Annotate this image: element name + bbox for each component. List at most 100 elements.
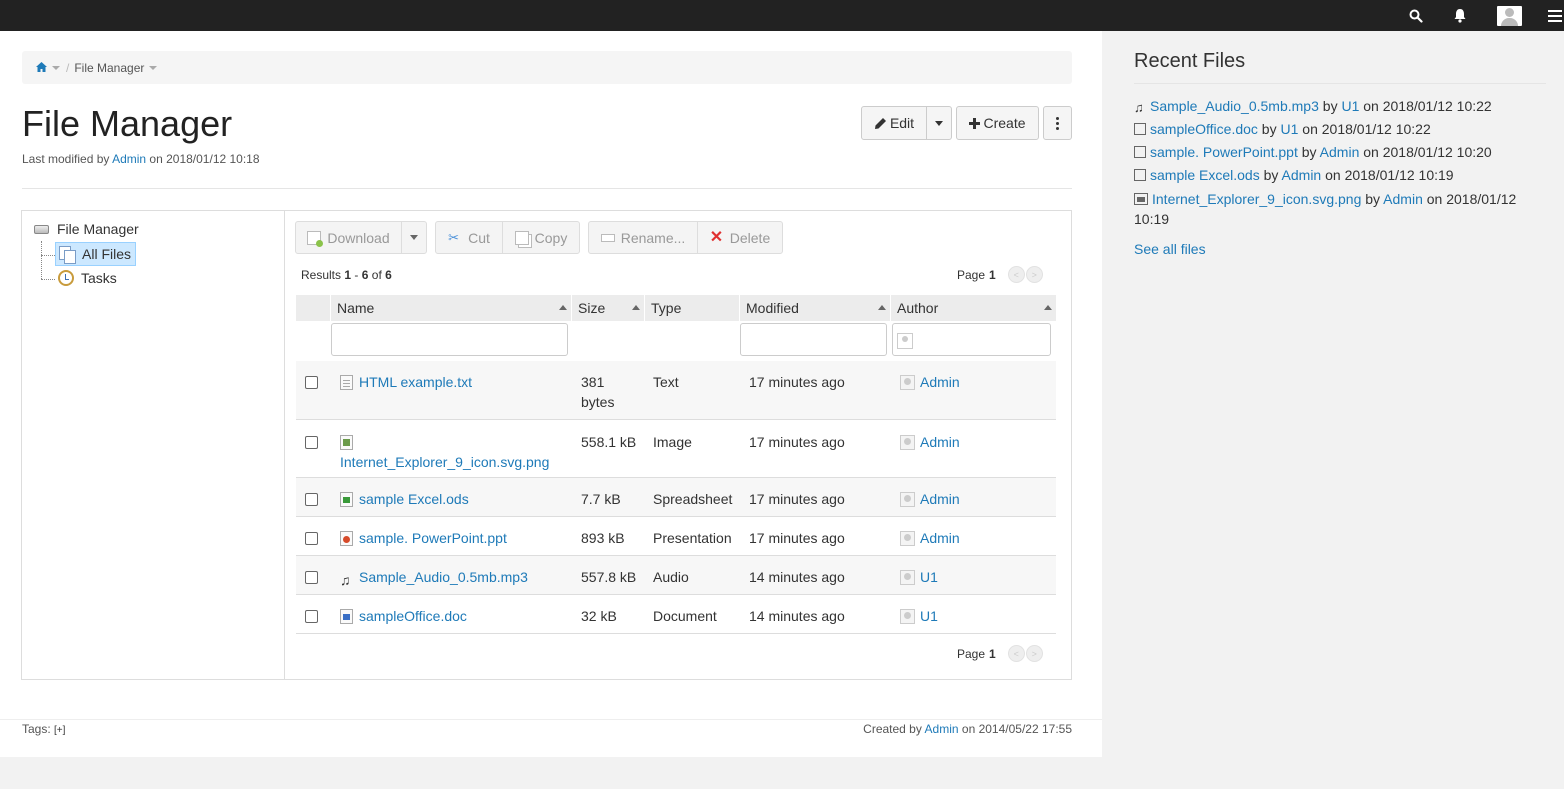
edit-dropdown-button[interactable]	[926, 106, 952, 140]
column-header-name[interactable]: Name	[331, 295, 572, 321]
lastmod-user-link[interactable]: Admin	[112, 152, 146, 166]
delete-button[interactable]: ✕ Delete	[697, 221, 783, 254]
recent-user-link[interactable]: Admin	[1320, 144, 1360, 160]
row-checkbox[interactable]	[305, 610, 318, 623]
recent-file-item: sample Excel.ods by Admin on 2018/01/12 …	[1134, 164, 1546, 187]
download-button[interactable]: Download	[295, 221, 402, 254]
user-avatar[interactable]	[1496, 0, 1522, 31]
home-icon[interactable]	[36, 61, 47, 75]
file-name-link[interactable]: HTML example.txt	[359, 374, 472, 390]
by-text: by	[1365, 191, 1381, 207]
row-checkbox[interactable]	[305, 532, 318, 545]
add-tag-button[interactable]: [+]	[54, 725, 65, 736]
column-header-type[interactable]: Type	[645, 295, 740, 321]
next-page-button[interactable]: >	[1025, 645, 1043, 662]
author-link[interactable]: Admin	[920, 491, 960, 507]
recent-file-link[interactable]: Internet_Explorer_9_icon.svg.png	[1152, 191, 1361, 207]
table-row[interactable]: sample. PowerPoint.ppt 893 kB Presentati…	[296, 517, 1056, 556]
download-dropdown-button[interactable]	[401, 221, 427, 254]
breadcrumb-current[interactable]: File Manager	[74, 61, 144, 75]
results-from: 1	[344, 268, 352, 282]
created-prefix: Created by	[863, 722, 922, 736]
row-checkbox[interactable]	[305, 376, 318, 389]
table-row[interactable]: ♫ Sample_Audio_0.5mb.mp3 557.8 kB Audio 1…	[296, 556, 1056, 595]
row-checkbox[interactable]	[305, 493, 318, 506]
file-type: Document	[653, 608, 717, 624]
results-dash: -	[354, 268, 359, 282]
row-checkbox[interactable]	[305, 436, 318, 449]
author-link[interactable]: U1	[920, 569, 938, 585]
image-icon	[1134, 193, 1148, 205]
user-placeholder-icon	[897, 333, 913, 349]
breadcrumb-caret-icon[interactable]	[149, 65, 158, 70]
file-modified: 17 minutes ago	[749, 530, 845, 546]
header-checkbox-col	[296, 295, 331, 321]
author-link[interactable]: U1	[920, 608, 938, 624]
author-link[interactable]: Admin	[920, 530, 960, 546]
file-size: 32 kB	[581, 608, 617, 624]
file-modified: 17 minutes ago	[749, 491, 845, 507]
recent-user-link[interactable]: U1	[1280, 121, 1298, 137]
column-header-author[interactable]: Author	[891, 295, 1056, 321]
results-count: Results 1 - 6 of 6	[301, 268, 392, 282]
file-name-link[interactable]: sample. PowerPoint.ppt	[359, 530, 507, 546]
cut-button[interactable]: ✂ Cut	[435, 221, 503, 254]
top-navbar	[0, 0, 1564, 31]
file-name-link[interactable]: Sample_Audio_0.5mb.mp3	[359, 569, 528, 585]
pager-label: Page	[957, 646, 986, 661]
recent-file-link[interactable]: Sample_Audio_0.5mb.mp3	[1150, 98, 1319, 114]
audio-file-icon: ♫	[340, 572, 351, 588]
recent-file-link[interactable]: sampleOffice.doc	[1150, 121, 1258, 137]
author-link[interactable]: Admin	[920, 374, 960, 390]
rename-label: Rename...	[620, 229, 686, 246]
next-page-button[interactable]: >	[1025, 266, 1043, 283]
search-icon[interactable]	[1405, 0, 1427, 31]
copy-button[interactable]: Copy	[502, 221, 580, 254]
created-by: Created by Admin on 2014/05/22 17:55	[863, 722, 1072, 736]
recent-user-link[interactable]: Admin	[1383, 191, 1423, 207]
breadcrumb-caret-icon[interactable]	[52, 65, 60, 70]
recent-user-link[interactable]: Admin	[1282, 167, 1322, 183]
by-text: by	[1261, 121, 1277, 137]
column-label: Modified	[746, 300, 799, 316]
table-row[interactable]: HTML example.txt 381 bytes Text 17 minut…	[296, 361, 1056, 420]
recent-file-item: ♫ Sample_Audio_0.5mb.mp3 by U1 on 2018/01…	[1134, 95, 1546, 118]
bell-icon[interactable]	[1450, 0, 1470, 31]
name-filter-input[interactable]	[331, 323, 568, 356]
created-user-link[interactable]: Admin	[925, 722, 959, 736]
recent-user-link[interactable]: U1	[1341, 98, 1359, 114]
prev-page-button[interactable]: <	[1007, 645, 1025, 662]
hamburger-menu-icon[interactable]	[1546, 0, 1564, 31]
file-type: Image	[653, 434, 692, 450]
row-checkbox[interactable]	[305, 571, 318, 584]
edit-button[interactable]: Edit	[861, 106, 927, 140]
rename-button[interactable]: Rename...	[588, 221, 698, 254]
author-filter-input[interactable]	[892, 323, 1051, 356]
column-header-size[interactable]: Size	[572, 295, 645, 321]
file-name-link[interactable]: sample Excel.ods	[359, 491, 469, 507]
caret-down-icon	[935, 120, 943, 126]
files-icon	[59, 246, 76, 264]
create-button[interactable]: Create	[956, 106, 1039, 140]
table-row[interactable]: Internet_Explorer_9_icon.svg.png 558.1 k…	[296, 421, 1056, 478]
tree-item-tasks[interactable]: Tasks	[55, 266, 121, 290]
author-link[interactable]: Admin	[920, 434, 960, 450]
recent-file-link[interactable]: sample. PowerPoint.ppt	[1150, 144, 1298, 160]
column-header-modified[interactable]: Modified	[740, 295, 891, 321]
tree-root[interactable]: File Manager	[34, 221, 139, 237]
file-manager-panel: File Manager All Files Tasks Download ✂	[21, 210, 1072, 680]
sort-icon	[559, 305, 567, 310]
by-text: by	[1263, 167, 1279, 183]
file-name-link[interactable]: sampleOffice.doc	[359, 608, 467, 624]
tree-item-all-files[interactable]: All Files	[55, 242, 137, 266]
modified-filter-input[interactable]	[740, 323, 887, 356]
see-all-files-link[interactable]: See all files	[1134, 241, 1206, 257]
table-row[interactable]: sampleOffice.doc 32 kB Document 14 minut…	[296, 595, 1056, 634]
prev-page-button[interactable]: <	[1007, 266, 1025, 283]
file-type: Audio	[653, 569, 689, 585]
created-suffix: on 2014/05/22 17:55	[961, 722, 1072, 736]
more-actions-button[interactable]	[1043, 106, 1072, 140]
file-name-link[interactable]: Internet_Explorer_9_icon.svg.png	[340, 454, 549, 470]
recent-file-link[interactable]: sample Excel.ods	[1150, 167, 1260, 183]
table-row[interactable]: sample Excel.ods 7.7 kB Spreadsheet 17 m…	[296, 478, 1056, 517]
